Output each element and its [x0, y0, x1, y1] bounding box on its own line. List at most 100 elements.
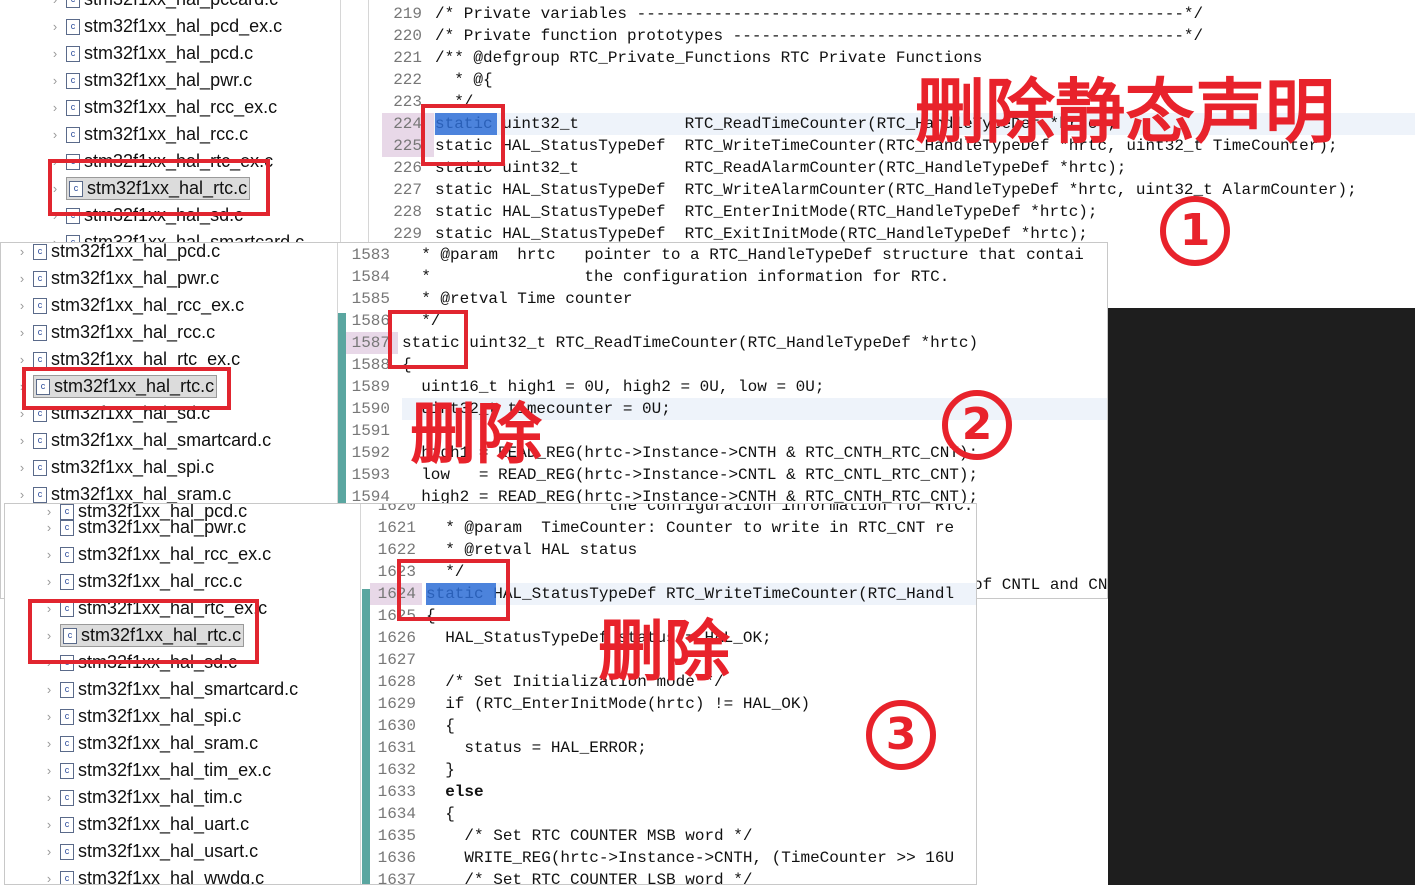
tree-item[interactable]: › c stm32f1xx_hal_rcc_ex.c	[15, 292, 244, 319]
tree-item-label: stm32f1xx_hal_pwr.c	[78, 517, 247, 537]
line-number: 1622	[377, 541, 416, 559]
tree-item[interactable]: › cstm32f1xx_hal_smartcard.c	[15, 427, 271, 454]
c-file-icon: c	[60, 870, 74, 884]
chevron-right-icon[interactable]: ›	[48, 0, 62, 7]
line-number: 227	[393, 181, 422, 199]
tree-item-label: stm32f1xx_hal_usart.c	[78, 841, 259, 861]
annotation-step3-text: 删除	[598, 613, 730, 690]
tree-item[interactable]: › c stm32f1xx_hal_rcc.c	[48, 121, 248, 148]
tree-item[interactable]: › c stm32f1xx_hal_pccard.c	[48, 0, 278, 13]
tree-item[interactable]: › c stm32f1xx_hal_pcd.c	[48, 40, 253, 67]
chevron-right-icon[interactable]: ›	[42, 790, 56, 805]
chevron-right-icon[interactable]: ›	[48, 46, 62, 61]
code-line: /* Set RTC COUNTER MSB word */	[426, 827, 753, 845]
tree-item[interactable]: › cstm32f1xx_hal_smartcard.c	[42, 676, 298, 703]
tree-item[interactable]: › c stm32f1xx_hal_pwr.c	[48, 67, 252, 94]
c-file-icon: c	[33, 459, 47, 476]
c-file-icon: c	[66, 18, 80, 35]
line-number: 1589	[351, 378, 390, 396]
tree-item[interactable]: › c stm32f1xx_hal_pwr.c	[42, 514, 246, 541]
code-line: * @{	[435, 71, 493, 89]
chevron-right-icon[interactable]: ›	[42, 871, 56, 884]
tree-item[interactable]: › c stm32f1xx_hal_uart.c	[42, 811, 249, 838]
line-number: 1586	[351, 312, 390, 330]
tree-item[interactable]: › c stm32f1xx_hal_wwdg.c	[42, 865, 264, 884]
tree-item[interactable]: › c stm32f1xx_hal_tim.c	[42, 784, 242, 811]
line-number: 1630	[377, 717, 416, 735]
code-line: }	[426, 761, 455, 779]
project-explorer-3: › c stm32f1xx_hal_pcd.c › c stm32f1xx_hal_pw…	[5, 504, 360, 884]
tree-item[interactable]: › c stm32f1xx_hal_rcc_ex.c	[42, 541, 271, 568]
c-file-icon: c	[66, 99, 80, 116]
code-line: {	[426, 717, 455, 735]
chevron-right-icon[interactable]: ›	[48, 100, 62, 115]
code-line: else	[426, 783, 484, 801]
code-line: * the configuration information for RTC.	[426, 503, 974, 515]
divider[interactable]	[360, 504, 361, 884]
code-line: /* Private variables -------------------…	[435, 5, 1204, 23]
tree-item[interactable]: › c stm32f1xx_hal_usart.c	[42, 838, 258, 865]
line-number: 225	[393, 137, 422, 155]
line-number: 1584	[351, 268, 390, 286]
line-number: 1593	[351, 466, 390, 484]
line-number: 219	[393, 5, 422, 23]
tree-item[interactable]: › c stm32f1xx_hal_pcd_ex.c	[48, 13, 282, 40]
c-file-icon: c	[60, 519, 74, 536]
chevron-right-icon[interactable]: ›	[15, 298, 29, 313]
code-line: * @param hrtc pointer to a RTC_HandleTyp…	[402, 246, 1084, 264]
chevron-right-icon[interactable]: ›	[42, 682, 56, 697]
tree-item[interactable]: › c stm32f1xx_hal_pwr.c	[15, 265, 219, 292]
chevron-right-icon[interactable]: ›	[15, 433, 29, 448]
annotation-step1-number: 1	[1160, 196, 1230, 266]
c-file-icon: c	[66, 45, 80, 62]
chevron-right-icon[interactable]: ›	[42, 736, 56, 751]
chevron-right-icon[interactable]: ›	[42, 844, 56, 859]
tree-item-label: stm32f1xx_hal_pwr.c	[51, 268, 220, 288]
tree-item[interactable]: › c stm32f1xx_hal_pcd.c	[15, 243, 220, 265]
tree-item-label: stm32f1xx_hal_pcd_ex.c	[84, 16, 283, 36]
chevron-right-icon[interactable]: ›	[42, 817, 56, 832]
c-file-icon: c	[60, 546, 74, 563]
chevron-right-icon[interactable]: ›	[15, 487, 29, 502]
chevron-right-icon[interactable]: ›	[42, 520, 56, 535]
line-number: 1587	[351, 334, 390, 352]
tree-item[interactable]: › c stm32f1xx_hal_rcc.c	[15, 319, 215, 346]
tree-item-label: stm32f1xx_hal_smartcard.c	[51, 430, 272, 450]
tree-item[interactable]: › c stm32f1xx_hal_spi.c	[42, 703, 241, 730]
code-line: * @retval HAL status	[426, 541, 638, 559]
tree-item[interactable]: › c stm32f1xx_hal_sram.c	[42, 730, 258, 757]
c-file-icon: c	[60, 681, 74, 698]
tree-item[interactable]: › c stm32f1xx_hal_rcc_ex.c	[48, 94, 277, 121]
chevron-right-icon[interactable]: ›	[15, 271, 29, 286]
chevron-right-icon[interactable]: ›	[48, 19, 62, 34]
chevron-right-icon[interactable]: ›	[15, 352, 29, 367]
c-file-icon: c	[33, 486, 47, 503]
tree-item-label: stm32f1xx_hal_sram.c	[78, 733, 259, 753]
c-file-icon: c	[60, 573, 74, 590]
chevron-right-icon[interactable]: ›	[42, 574, 56, 589]
tree-item-label: stm32f1xx_hal_smartcard.c	[78, 679, 299, 699]
line-number: 1626	[377, 629, 416, 647]
chevron-right-icon[interactable]: ›	[15, 325, 29, 340]
line-number: 1621	[377, 519, 416, 537]
line-number: 1583	[351, 246, 390, 264]
code-line: status = HAL_ERROR;	[426, 739, 647, 757]
chevron-right-icon[interactable]: ›	[42, 763, 56, 778]
tree-item-label: stm32f1xx_hal_rcc.c	[84, 124, 249, 144]
line-number: 1637	[377, 871, 416, 885]
tree-item-label: stm32f1xx_hal_tim_ex.c	[78, 760, 272, 780]
c-file-icon: c	[33, 243, 47, 260]
chevron-right-icon[interactable]: ›	[42, 547, 56, 562]
chevron-right-icon[interactable]: ›	[48, 127, 62, 142]
chevron-right-icon[interactable]: ›	[15, 244, 29, 259]
line-number: 1627	[377, 651, 416, 669]
line-number: 222	[393, 71, 422, 89]
tree-item[interactable]: › c stm32f1xx_hal_tim_ex.c	[42, 757, 271, 784]
tree-item[interactable]: › c stm32f1xx_hal_rcc.c	[42, 568, 242, 595]
line-number: 1629	[377, 695, 416, 713]
change-gutter-bar	[362, 589, 370, 884]
chevron-right-icon[interactable]: ›	[42, 709, 56, 724]
chevron-right-icon[interactable]: ›	[15, 460, 29, 475]
tree-item[interactable]: › c stm32f1xx_hal_spi.c	[15, 454, 214, 481]
chevron-right-icon[interactable]: ›	[48, 73, 62, 88]
